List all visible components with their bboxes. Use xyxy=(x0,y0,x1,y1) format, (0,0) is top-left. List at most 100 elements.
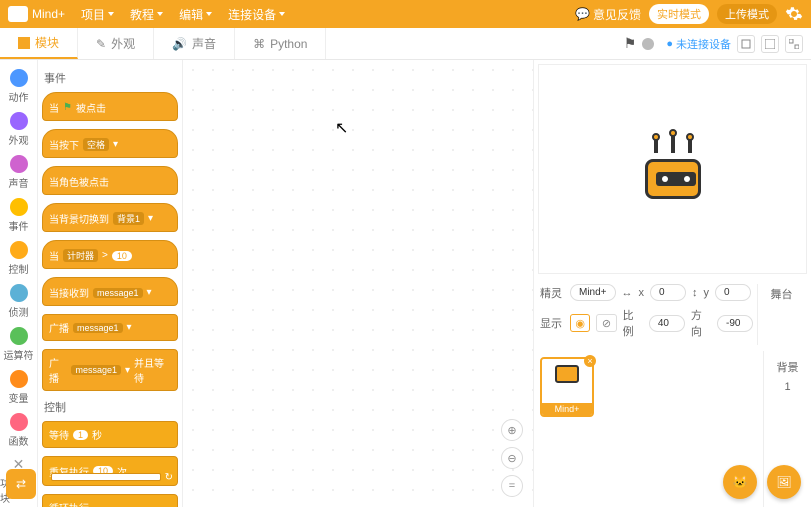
stage[interactable] xyxy=(538,64,807,274)
block-when-sprite-clicked[interactable]: 当角色被点击 xyxy=(42,166,178,195)
view-large-button[interactable] xyxy=(761,35,779,53)
settings-icon[interactable] xyxy=(785,5,803,23)
backdrop-dropdown[interactable]: 背景1 xyxy=(113,212,144,225)
block-broadcast[interactable]: 广播 message1 ▾ xyxy=(42,314,178,341)
block-wait[interactable]: 等待 1 秒 xyxy=(42,421,178,448)
cat-sound[interactable]: 声音 xyxy=(0,152,37,193)
add-sprite-button[interactable]: 🐱 xyxy=(723,465,757,499)
size-input[interactable]: 40 xyxy=(649,315,685,332)
message-dropdown[interactable]: message1 xyxy=(73,323,123,333)
sprite-name-input[interactable]: Mind+ xyxy=(570,284,616,301)
c-slot xyxy=(51,473,161,481)
message-dropdown[interactable]: message1 xyxy=(93,288,143,298)
cat-operators[interactable]: 运算符 xyxy=(0,324,37,365)
feedback-link[interactable]: 💬 意见反馈 xyxy=(575,6,641,23)
zoom-in-button[interactable]: ⊕ xyxy=(501,419,523,441)
block-when-greater-than[interactable]: 当 计时器 > 10 xyxy=(42,240,178,269)
direction-input[interactable]: -90 xyxy=(717,315,753,332)
flag-icon: ⚑ xyxy=(63,102,72,113)
upload-mode-button[interactable]: 上传模式 xyxy=(717,4,777,24)
loop-icon: ↻ xyxy=(165,472,173,483)
tab-sound[interactable]: 🔊 声音 xyxy=(154,28,235,59)
cat-looks[interactable]: 外观 xyxy=(0,109,37,150)
circle-icon xyxy=(10,155,28,173)
stage-column[interactable]: 舞台 xyxy=(757,284,805,345)
sprite-thumb-image xyxy=(553,365,581,389)
tab-blocks[interactable]: 模块 xyxy=(0,28,78,59)
block-repeat[interactable]: 重复执行 10 次 ↻ xyxy=(42,456,178,486)
right-panel: 精灵 Mind+ ↔ x 0 ↕ y 0 显示 ◉ ⊘ 比例 40 方向 -90 xyxy=(533,60,811,507)
value-input[interactable]: 10 xyxy=(112,251,132,261)
python-icon: ⌘ xyxy=(253,37,265,51)
connection-status[interactable]: ● 未连接设备 xyxy=(666,36,731,52)
tab-python[interactable]: ⌘ Python xyxy=(235,28,326,59)
workspace[interactable]: ↖ ⊕ ⊖ = xyxy=(183,60,533,507)
y-input[interactable]: 0 xyxy=(715,284,751,301)
view-full-button[interactable] xyxy=(785,35,803,53)
circle-icon xyxy=(10,198,28,216)
logo[interactable]: Mind+ xyxy=(8,6,65,22)
control-heading: 控制 xyxy=(44,399,178,415)
blocks-icon xyxy=(18,37,30,49)
stop-icon[interactable] xyxy=(642,38,654,50)
block-forever[interactable]: 循环执行 xyxy=(42,494,178,507)
sprite-list: × Mind+ 背景 1 🐱 🖼 xyxy=(534,351,811,507)
key-dropdown[interactable]: 空格 xyxy=(83,138,109,151)
circle-icon xyxy=(10,112,28,130)
sprite-properties: 精灵 Mind+ ↔ x 0 ↕ y 0 显示 ◉ ⊘ 比例 40 方向 -90 xyxy=(534,278,811,351)
cat-sensing[interactable]: 侦测 xyxy=(0,281,37,322)
cat-variables[interactable]: 变量 xyxy=(0,367,37,408)
backdrop-label: 背景 xyxy=(764,359,811,375)
add-backdrop-button[interactable]: 🖼 xyxy=(767,465,801,499)
view-small-button[interactable] xyxy=(737,35,755,53)
cat-functions[interactable]: 函数 xyxy=(0,410,37,451)
workspace-controls: ⊕ ⊖ = xyxy=(501,419,523,497)
show-button[interactable]: ◉ xyxy=(570,314,590,332)
zoom-reset-button[interactable]: = xyxy=(501,475,523,497)
menu-project[interactable]: 项目 xyxy=(75,6,120,23)
cat-events[interactable]: 事件 xyxy=(0,195,37,236)
block-broadcast-wait[interactable]: 广播 message1 ▾ 并且等待 xyxy=(42,349,178,391)
cat-control[interactable]: 控制 xyxy=(0,238,37,279)
plus-icon: ⊕ xyxy=(507,424,516,437)
zoom-out-button[interactable]: ⊖ xyxy=(501,447,523,469)
logo-text: Mind+ xyxy=(32,7,65,21)
circle-icon xyxy=(10,370,28,388)
caret-down-icon: ▾ xyxy=(127,322,132,333)
cat-motion[interactable]: 动作 xyxy=(0,66,37,107)
menu-edit[interactable]: 编辑 xyxy=(173,6,218,23)
chat-icon: 💬 xyxy=(575,7,590,21)
block-when-flag-clicked[interactable]: 当 ⚑ 被点击 xyxy=(42,92,178,121)
sprite-thumb-name: Mind+ xyxy=(542,403,592,415)
category-sidebar: 动作 外观 声音 事件 控制 侦测 运算符 变量 函数 ✕功能模块 xyxy=(0,60,38,507)
block-when-receive[interactable]: 当接收到 message1 ▾ xyxy=(42,277,178,306)
message-dropdown[interactable]: message1 xyxy=(71,365,121,375)
block-when-key-pressed[interactable]: 当按下 空格 ▾ xyxy=(42,129,178,158)
show-label: 显示 xyxy=(540,315,564,331)
green-flag-icon[interactable]: ⚑ xyxy=(624,35,637,52)
block-when-backdrop-switches[interactable]: 当背景切换到 背景1 ▾ xyxy=(42,203,178,232)
logo-icon xyxy=(8,6,28,22)
menu-tutorial[interactable]: 教程 xyxy=(124,6,169,23)
menu-connect[interactable]: 连接设备 xyxy=(222,6,291,23)
hide-button[interactable]: ⊘ xyxy=(596,314,616,332)
sprite-thumbnail[interactable]: × Mind+ xyxy=(540,357,594,417)
tab-looks[interactable]: ✎ 外观 xyxy=(78,28,154,59)
var-dropdown[interactable]: 计时器 xyxy=(63,249,98,262)
x-input[interactable]: 0 xyxy=(650,284,686,301)
header-right: 💬 意见反馈 实时模式 上传模式 xyxy=(575,4,803,24)
app-header: Mind+ 项目 教程 编辑 连接设备 💬 意见反馈 实时模式 上传模式 xyxy=(0,0,811,28)
caret-down-icon: ▾ xyxy=(148,213,153,224)
caret-down-icon: ▾ xyxy=(125,365,130,376)
value-input[interactable]: 1 xyxy=(73,430,88,440)
cat-icon: 🐱 xyxy=(733,475,748,489)
extensions-button[interactable]: ⇄ xyxy=(6,469,36,499)
sprite-on-stage[interactable] xyxy=(638,139,708,199)
circle-icon xyxy=(10,284,28,302)
realtime-mode-button[interactable]: 实时模式 xyxy=(649,4,709,24)
close-icon[interactable]: × xyxy=(584,355,596,367)
caret-down-icon xyxy=(206,12,212,16)
x-label: x xyxy=(639,287,645,299)
menu-bar: 项目 教程 编辑 连接设备 xyxy=(75,6,291,23)
image-icon: 🖼 xyxy=(776,475,791,489)
